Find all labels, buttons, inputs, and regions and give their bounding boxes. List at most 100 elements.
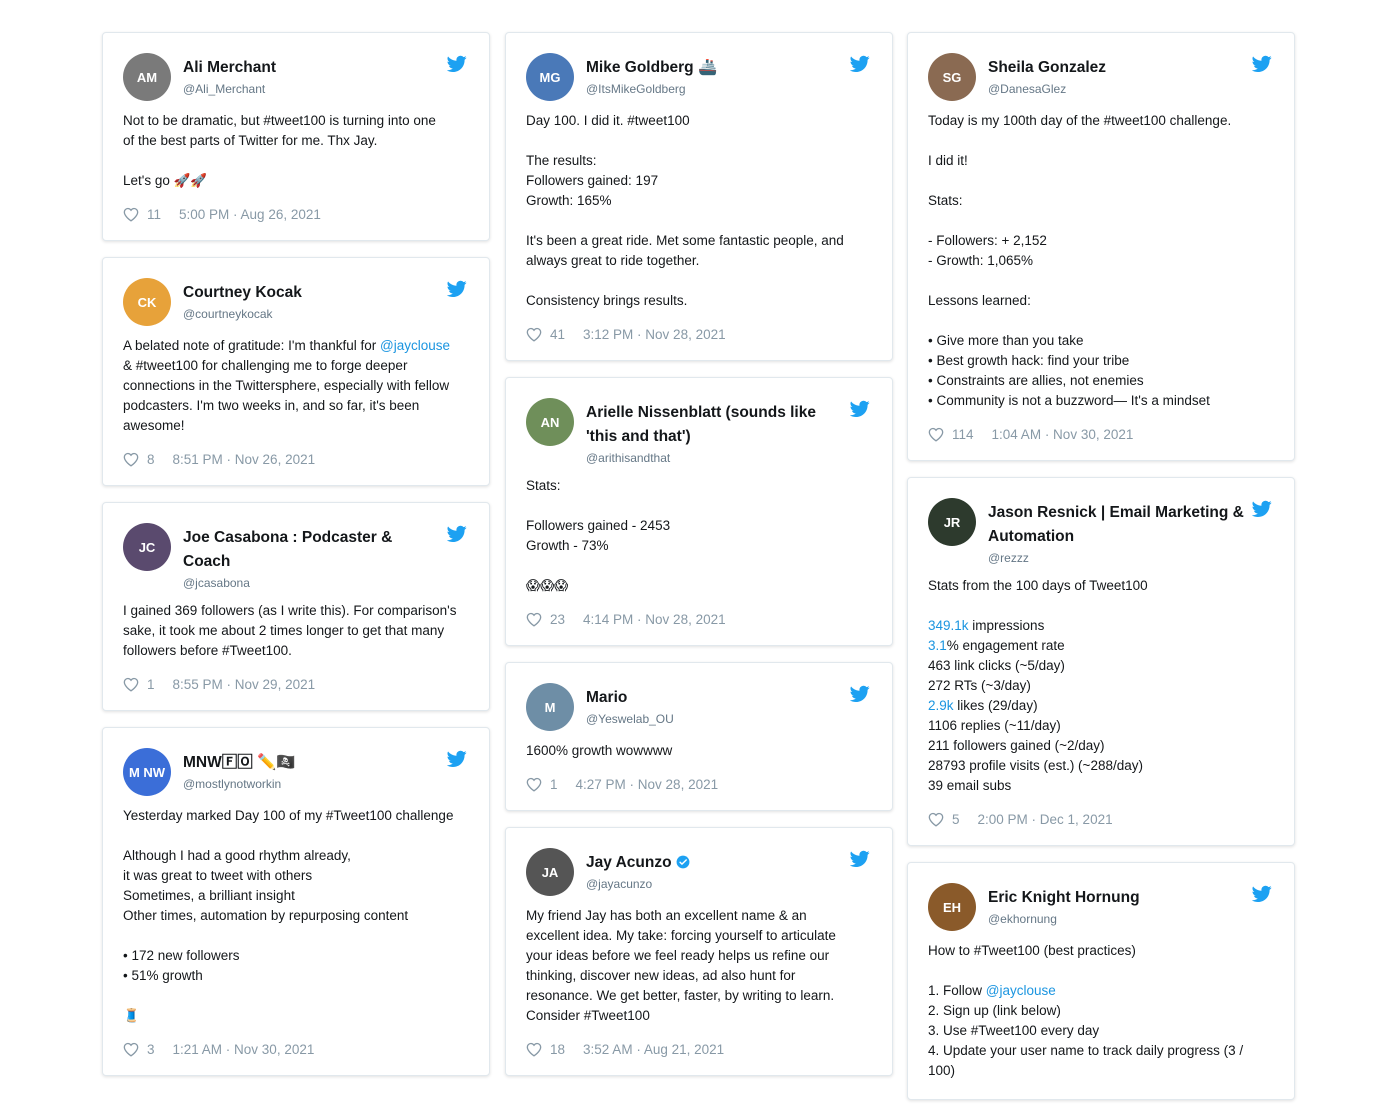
heart-icon[interactable]: [526, 327, 542, 342]
avatar[interactable]: MG: [526, 53, 574, 101]
tweet-text-line: Although I had a good rhythm already,: [123, 848, 351, 863]
tweet-timestamp[interactable]: 4:27 PM · Nov 28, 2021: [576, 777, 719, 792]
author-name-text[interactable]: Eric Knight Hornung: [988, 889, 1140, 906]
author-handle[interactable]: @mostlynotworkin: [183, 776, 443, 792]
avatar[interactable]: JA: [526, 848, 574, 896]
heart-icon[interactable]: [928, 427, 944, 442]
tweet-card[interactable]: AM Ali Merchant @Ali_Merchant Not to be dra…: [102, 32, 490, 241]
heart-icon[interactable]: [123, 452, 139, 467]
author-handle[interactable]: @courtneykocak: [183, 306, 443, 322]
twitter-bird-icon[interactable]: [1251, 55, 1272, 73]
tweet-timestamp[interactable]: 2:00 PM · Dec 1, 2021: [978, 812, 1113, 827]
twitter-bird-icon[interactable]: [1251, 500, 1272, 518]
tweet-timestamp[interactable]: 3:52 AM · Aug 21, 2021: [583, 1042, 724, 1057]
avatar[interactable]: SG: [928, 53, 976, 101]
tweet-timestamp[interactable]: 4:14 PM · Nov 28, 2021: [583, 612, 726, 627]
tweet-card[interactable]: SG Sheila Gonzalez @DanesaGlez Today is my …: [907, 32, 1295, 461]
avatar[interactable]: M: [526, 683, 574, 731]
heart-icon[interactable]: [526, 1042, 542, 1057]
author-name-text[interactable]: Courtney Kocak: [183, 284, 302, 301]
tweet-text-line: of the best parts of Twitter for me. Thx…: [123, 133, 378, 148]
author-handle[interactable]: @rezzz: [988, 550, 1248, 566]
author-name-text[interactable]: Ali Merchant: [183, 59, 276, 76]
twitter-bird-icon[interactable]: [446, 750, 467, 768]
heart-icon[interactable]: [928, 812, 944, 827]
tweet-text-line: [928, 311, 1274, 331]
tweet-text: 1600% growth wowwww: [526, 741, 872, 761]
author-handle[interactable]: @ekhornung: [988, 911, 1248, 927]
author-name[interactable]: MNW🄵🄾 ✏️🏴‍☠️: [183, 751, 443, 775]
author-name[interactable]: Mario: [586, 686, 846, 710]
author-name-text[interactable]: Jason Resnick | Email Marketing & Automa…: [988, 504, 1244, 545]
author-name[interactable]: Eric Knight Hornung: [988, 886, 1248, 910]
tweet-card[interactable]: EH Eric Knight Hornung @ekhornung How to #T…: [907, 862, 1295, 1100]
author-handle[interactable]: @ItsMikeGoldberg: [586, 81, 846, 97]
author-name[interactable]: Courtney Kocak: [183, 281, 443, 305]
author-handle[interactable]: @Yeswelab_OU: [586, 711, 846, 727]
author-name-text[interactable]: Sheila Gonzalez: [988, 59, 1106, 76]
twitter-bird-icon[interactable]: [1251, 885, 1272, 903]
author-name-text[interactable]: Joe Casabona : Podcaster & Coach: [183, 529, 392, 570]
author-handle[interactable]: @jayacunzo: [586, 876, 846, 892]
avatar[interactable]: JR: [928, 498, 976, 546]
twitter-bird-icon[interactable]: [446, 280, 467, 298]
heart-icon[interactable]: [526, 612, 542, 627]
author-handle[interactable]: @DanesaGlez: [988, 81, 1248, 97]
tweet-card[interactable]: JA Jay Acunzo @jayacunzo My friend Jay has …: [505, 827, 893, 1076]
tweet-text: Not to be dramatic, but #tweet100 is tur…: [123, 111, 469, 191]
tweet-text-line: Consider #Tweet100: [526, 1008, 650, 1023]
twitter-bird-icon[interactable]: [446, 525, 467, 543]
author-name[interactable]: Ali Merchant: [183, 56, 443, 80]
author-name-text[interactable]: MNW🄵🄾 ✏️🏴‍☠️: [183, 754, 296, 771]
author-name[interactable]: Jay Acunzo: [586, 851, 846, 875]
tweet-text-line: 4. Update your user name to track daily …: [928, 1043, 1244, 1058]
author-name[interactable]: Mike Goldberg 🚢: [586, 56, 846, 80]
tweet-column-3: SG Sheila Gonzalez @DanesaGlez Today is my …: [907, 32, 1295, 1116]
tweet-column-1: AM Ali Merchant @Ali_Merchant Not to be dra…: [102, 32, 490, 1092]
author-name-text[interactable]: Mario: [586, 689, 627, 706]
tweet-card[interactable]: CK Courtney Kocak @courtneykocak A belated …: [102, 257, 490, 486]
author-handle[interactable]: @jcasabona: [183, 575, 443, 591]
author-name-text[interactable]: Jay Acunzo: [586, 854, 672, 871]
author-name[interactable]: Jason Resnick | Email Marketing & Automa…: [988, 501, 1248, 549]
heart-icon[interactable]: [526, 777, 542, 792]
tweet-card[interactable]: M NW MNW🄵🄾 ✏️🏴‍☠️ @mostlynotworkin Yesterda…: [102, 727, 490, 1076]
tweet-card[interactable]: AN Arielle Nissenblatt (sounds like 'this…: [505, 377, 893, 646]
tweet-timestamp[interactable]: 8:55 PM · Nov 29, 2021: [173, 677, 316, 692]
avatar[interactable]: JC: [123, 523, 171, 571]
tweet-timestamp[interactable]: 3:12 PM · Nov 28, 2021: [583, 327, 726, 342]
author-name-text[interactable]: Mike Goldberg 🚢: [586, 59, 717, 76]
heart-icon[interactable]: [123, 1042, 139, 1057]
author-name[interactable]: Arielle Nissenblatt (sounds like 'this a…: [586, 401, 846, 449]
author-handle[interactable]: @arithisandthat: [586, 450, 846, 466]
tweet-text: Yesterday marked Day 100 of my #Tweet100…: [123, 806, 469, 1026]
author-name[interactable]: Joe Casabona : Podcaster & Coach: [183, 526, 443, 574]
avatar[interactable]: M NW: [123, 748, 171, 796]
tweet-timestamp[interactable]: 1:21 AM · Nov 30, 2021: [173, 1042, 315, 1057]
twitter-bird-icon[interactable]: [849, 55, 870, 73]
tweet-timestamp[interactable]: 5:00 PM · Aug 26, 2021: [179, 207, 321, 222]
tweet-header: CK Courtney Kocak @courtneykocak: [123, 278, 469, 326]
tweet-text-line: • Best growth hack: find your tribe: [928, 353, 1130, 368]
author-name-text[interactable]: Arielle Nissenblatt (sounds like 'this a…: [586, 404, 816, 445]
tweet-card[interactable]: MG Mike Goldberg 🚢 @ItsMikeGoldberg Day 100…: [505, 32, 893, 361]
tweet-card[interactable]: M Mario @Yeswelab_OU 1600% growth wowwww 1 4:…: [505, 662, 893, 811]
avatar[interactable]: EH: [928, 883, 976, 931]
twitter-bird-icon[interactable]: [849, 850, 870, 868]
avatar[interactable]: AM: [123, 53, 171, 101]
author-name[interactable]: Sheila Gonzalez: [988, 56, 1248, 80]
avatar[interactable]: CK: [123, 278, 171, 326]
avatar[interactable]: AN: [526, 398, 574, 446]
tweet-timestamp[interactable]: 1:04 AM · Nov 30, 2021: [992, 427, 1134, 442]
tweet-card[interactable]: JC Joe Casabona : Podcaster & Coach @jcasa…: [102, 502, 490, 711]
author-info: Sheila Gonzalez @DanesaGlez: [988, 53, 1274, 97]
heart-icon[interactable]: [123, 207, 139, 222]
twitter-bird-icon[interactable]: [849, 685, 870, 703]
author-handle[interactable]: @Ali_Merchant: [183, 81, 443, 97]
heart-icon[interactable]: [123, 677, 139, 692]
twitter-bird-icon[interactable]: [446, 55, 467, 73]
tweet-timestamp[interactable]: 8:51 PM · Nov 26, 2021: [173, 452, 316, 467]
twitter-bird-icon[interactable]: [849, 400, 870, 418]
tweet-text-line: 463 link clicks (~5/day): [928, 658, 1065, 673]
tweet-card[interactable]: JR Jason Resnick | Email Marketing & Auto…: [907, 477, 1295, 846]
